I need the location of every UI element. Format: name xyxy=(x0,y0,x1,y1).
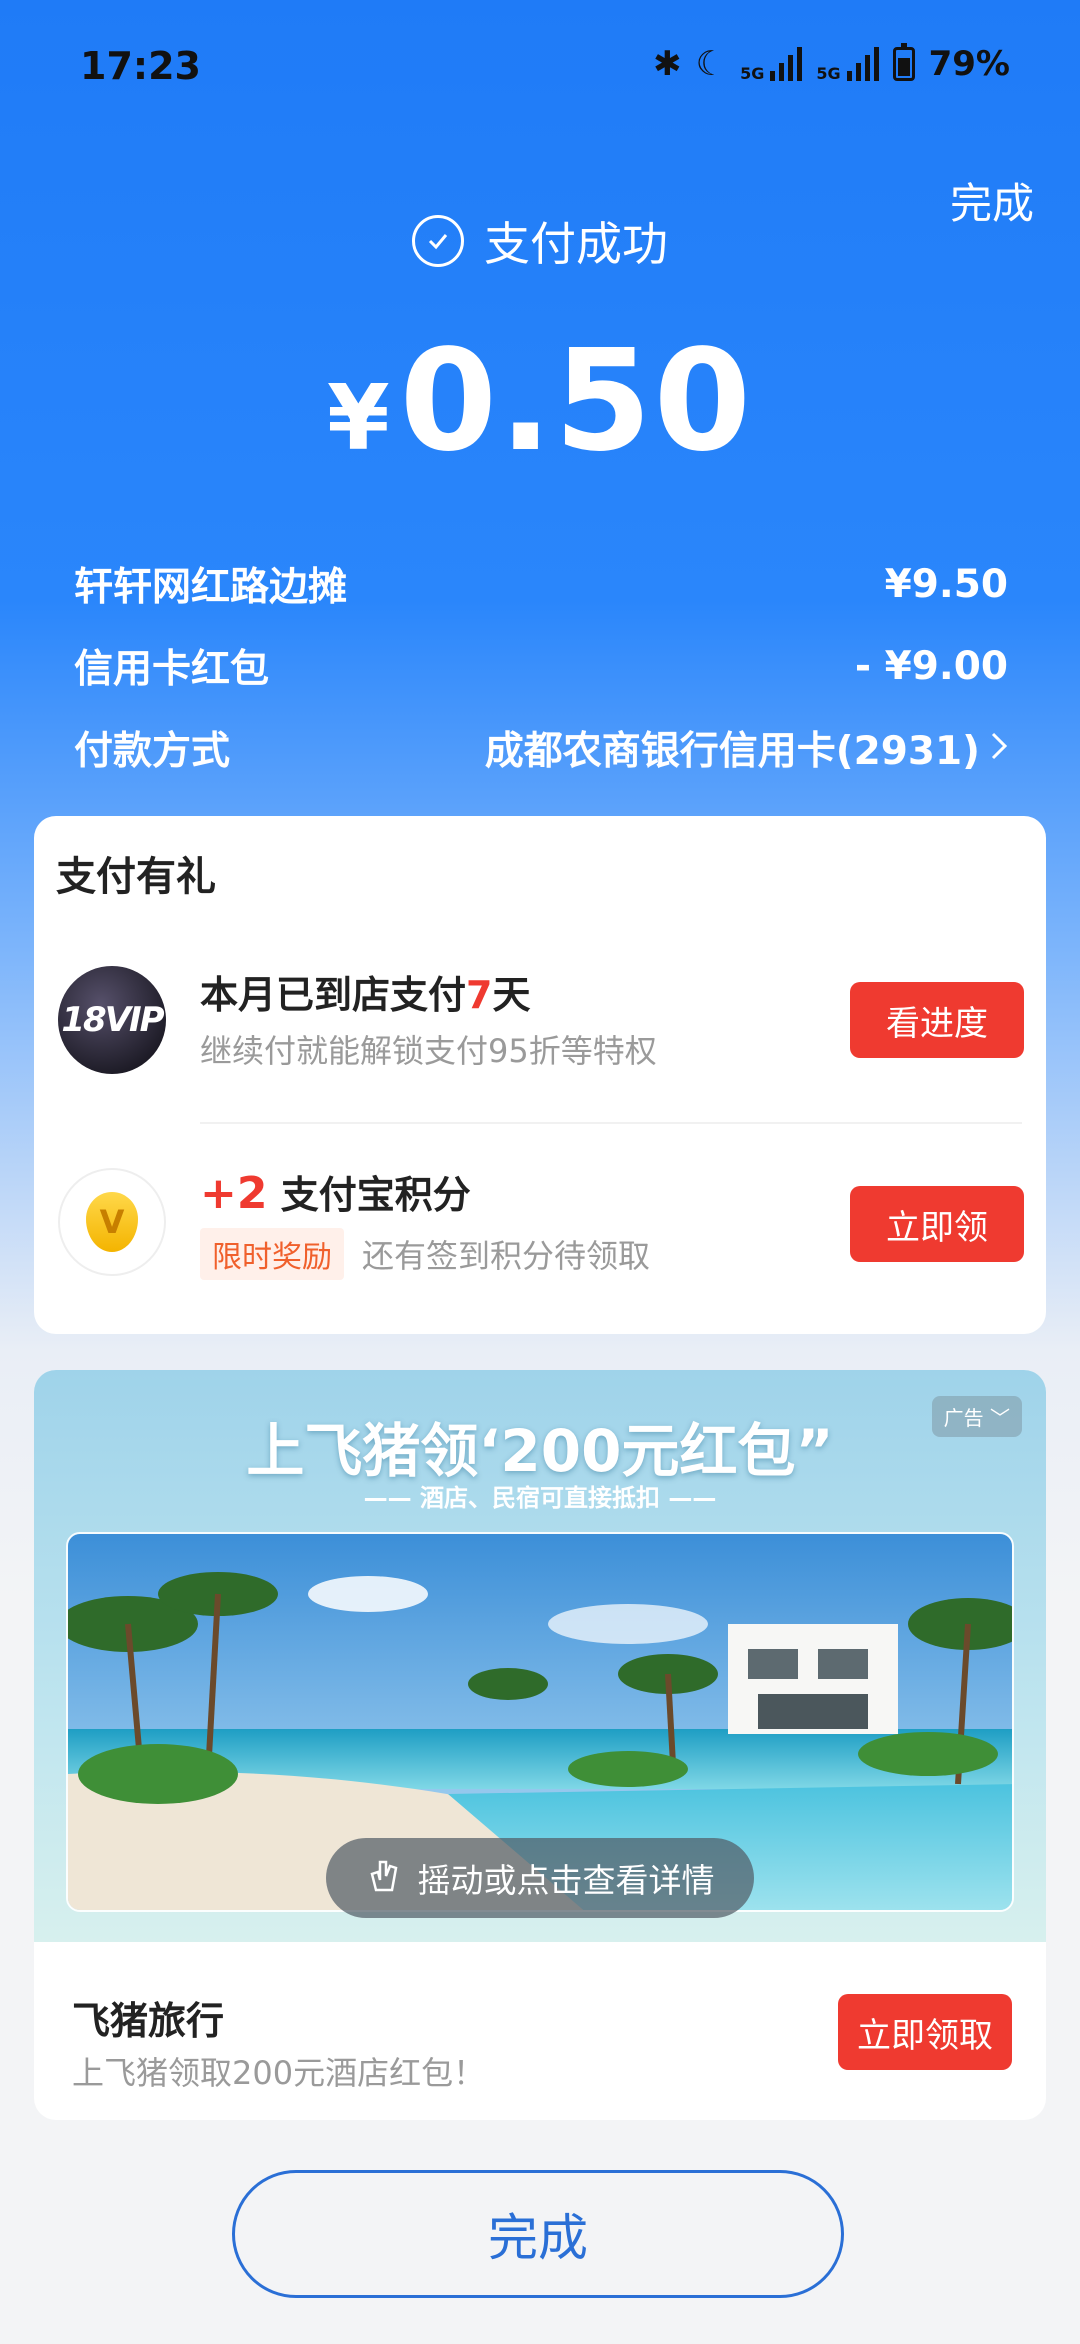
moon-icon: ☾ xyxy=(695,44,727,84)
signal-icon: 5G xyxy=(740,47,803,82)
points-subtitle: 还有签到积分待领取 xyxy=(362,1237,651,1275)
detail-value: ¥9.50 xyxy=(884,561,1008,607)
chevron-down-icon: ﹀ xyxy=(983,1406,1010,1430)
claim-ad-button[interactable]: 立即领取 xyxy=(838,1994,1012,2070)
rewards-title: 支付有礼 xyxy=(56,854,216,900)
success-text: 支付成功 xyxy=(484,217,668,271)
ad-brand: 飞猪旅行 xyxy=(72,1999,225,2043)
amount-value: 0.50 xyxy=(399,320,754,483)
check-circle-icon xyxy=(412,215,464,267)
ad-subline: —— 酒店、民宿可直接抵扣 —— xyxy=(363,1484,717,1512)
battery-level: 79% xyxy=(928,44,1010,84)
points-title: +2 支付宝积分 xyxy=(200,1168,471,1219)
claim-now-button[interactable]: 立即领 xyxy=(850,1186,1024,1262)
done-button[interactable]: 完成 xyxy=(232,2170,844,2298)
ad-card[interactable]: 上飞猪领‘200元红包” —— 酒店、民宿可直接抵扣 —— 广告 ﹀ 摇动或点击… xyxy=(34,1370,1046,2120)
ad-label[interactable]: 广告 ﹀ xyxy=(931,1396,1022,1437)
vip-badge-icon: 18VIP xyxy=(58,966,166,1074)
shake-prompt[interactable]: 摇动或点击查看详情 xyxy=(326,1838,754,1918)
ad-banner[interactable]: 上飞猪领‘200元红包” —— 酒店、民宿可直接抵扣 —— 广告 ﹀ 摇动或点击… xyxy=(34,1370,1046,1942)
bluetooth-icon: ✱ xyxy=(653,44,682,84)
signal-icon-2: 5G xyxy=(816,47,879,82)
vip-title: 本月已到店支付7天 xyxy=(200,973,531,1017)
currency-symbol: ¥ xyxy=(326,366,390,471)
detail-row-payment-method[interactable]: 付款方式 成都农商银行信用卡(2931) xyxy=(74,720,1008,776)
detail-value: - ¥9.00 xyxy=(854,643,1008,689)
vip-subtitle: 继续付就能解锁支付95折等特权 xyxy=(200,1032,657,1070)
detail-row-coupon: 信用卡红包 - ¥9.00 xyxy=(74,638,1008,694)
alipay-points-icon: V xyxy=(86,1192,138,1252)
chevron-right-icon xyxy=(990,726,1008,771)
ad-headline: 上飞猪领‘200元红包” xyxy=(246,1417,834,1485)
limited-reward-tag: 限时奖励 xyxy=(200,1228,344,1280)
detail-label: 轩轩网红路边摊 xyxy=(74,565,348,610)
status-icons: ✱ ☾ 5G 5G 79% xyxy=(653,43,1010,84)
view-progress-button[interactable]: 看进度 xyxy=(850,982,1024,1058)
battery-icon xyxy=(892,43,915,81)
shake-hand-icon xyxy=(366,1854,402,1902)
payment-amount: ¥ 0.50 xyxy=(0,320,1080,483)
points-subtitle-row: 限时奖励 还有签到积分待领取 xyxy=(200,1228,650,1280)
detail-label: 付款方式 xyxy=(74,729,231,774)
payment-method-value[interactable]: 成都农商银行信用卡(2931) xyxy=(485,720,1008,776)
ad-description: 上飞猪领取200元酒店红包！ xyxy=(72,2054,486,2092)
status-time: 17:23 xyxy=(80,44,201,88)
detail-row-merchant: 轩轩网红路边摊 ¥9.50 xyxy=(74,556,1008,612)
payment-success: 支付成功 xyxy=(0,208,1080,274)
detail-label: 信用卡红包 xyxy=(74,647,270,692)
divider xyxy=(200,1122,1022,1124)
points-badge: V xyxy=(58,1168,166,1276)
rewards-card: 支付有礼 18VIP 本月已到店支付7天 继续付就能解锁支付95折等特权 看进度… xyxy=(34,816,1046,1334)
